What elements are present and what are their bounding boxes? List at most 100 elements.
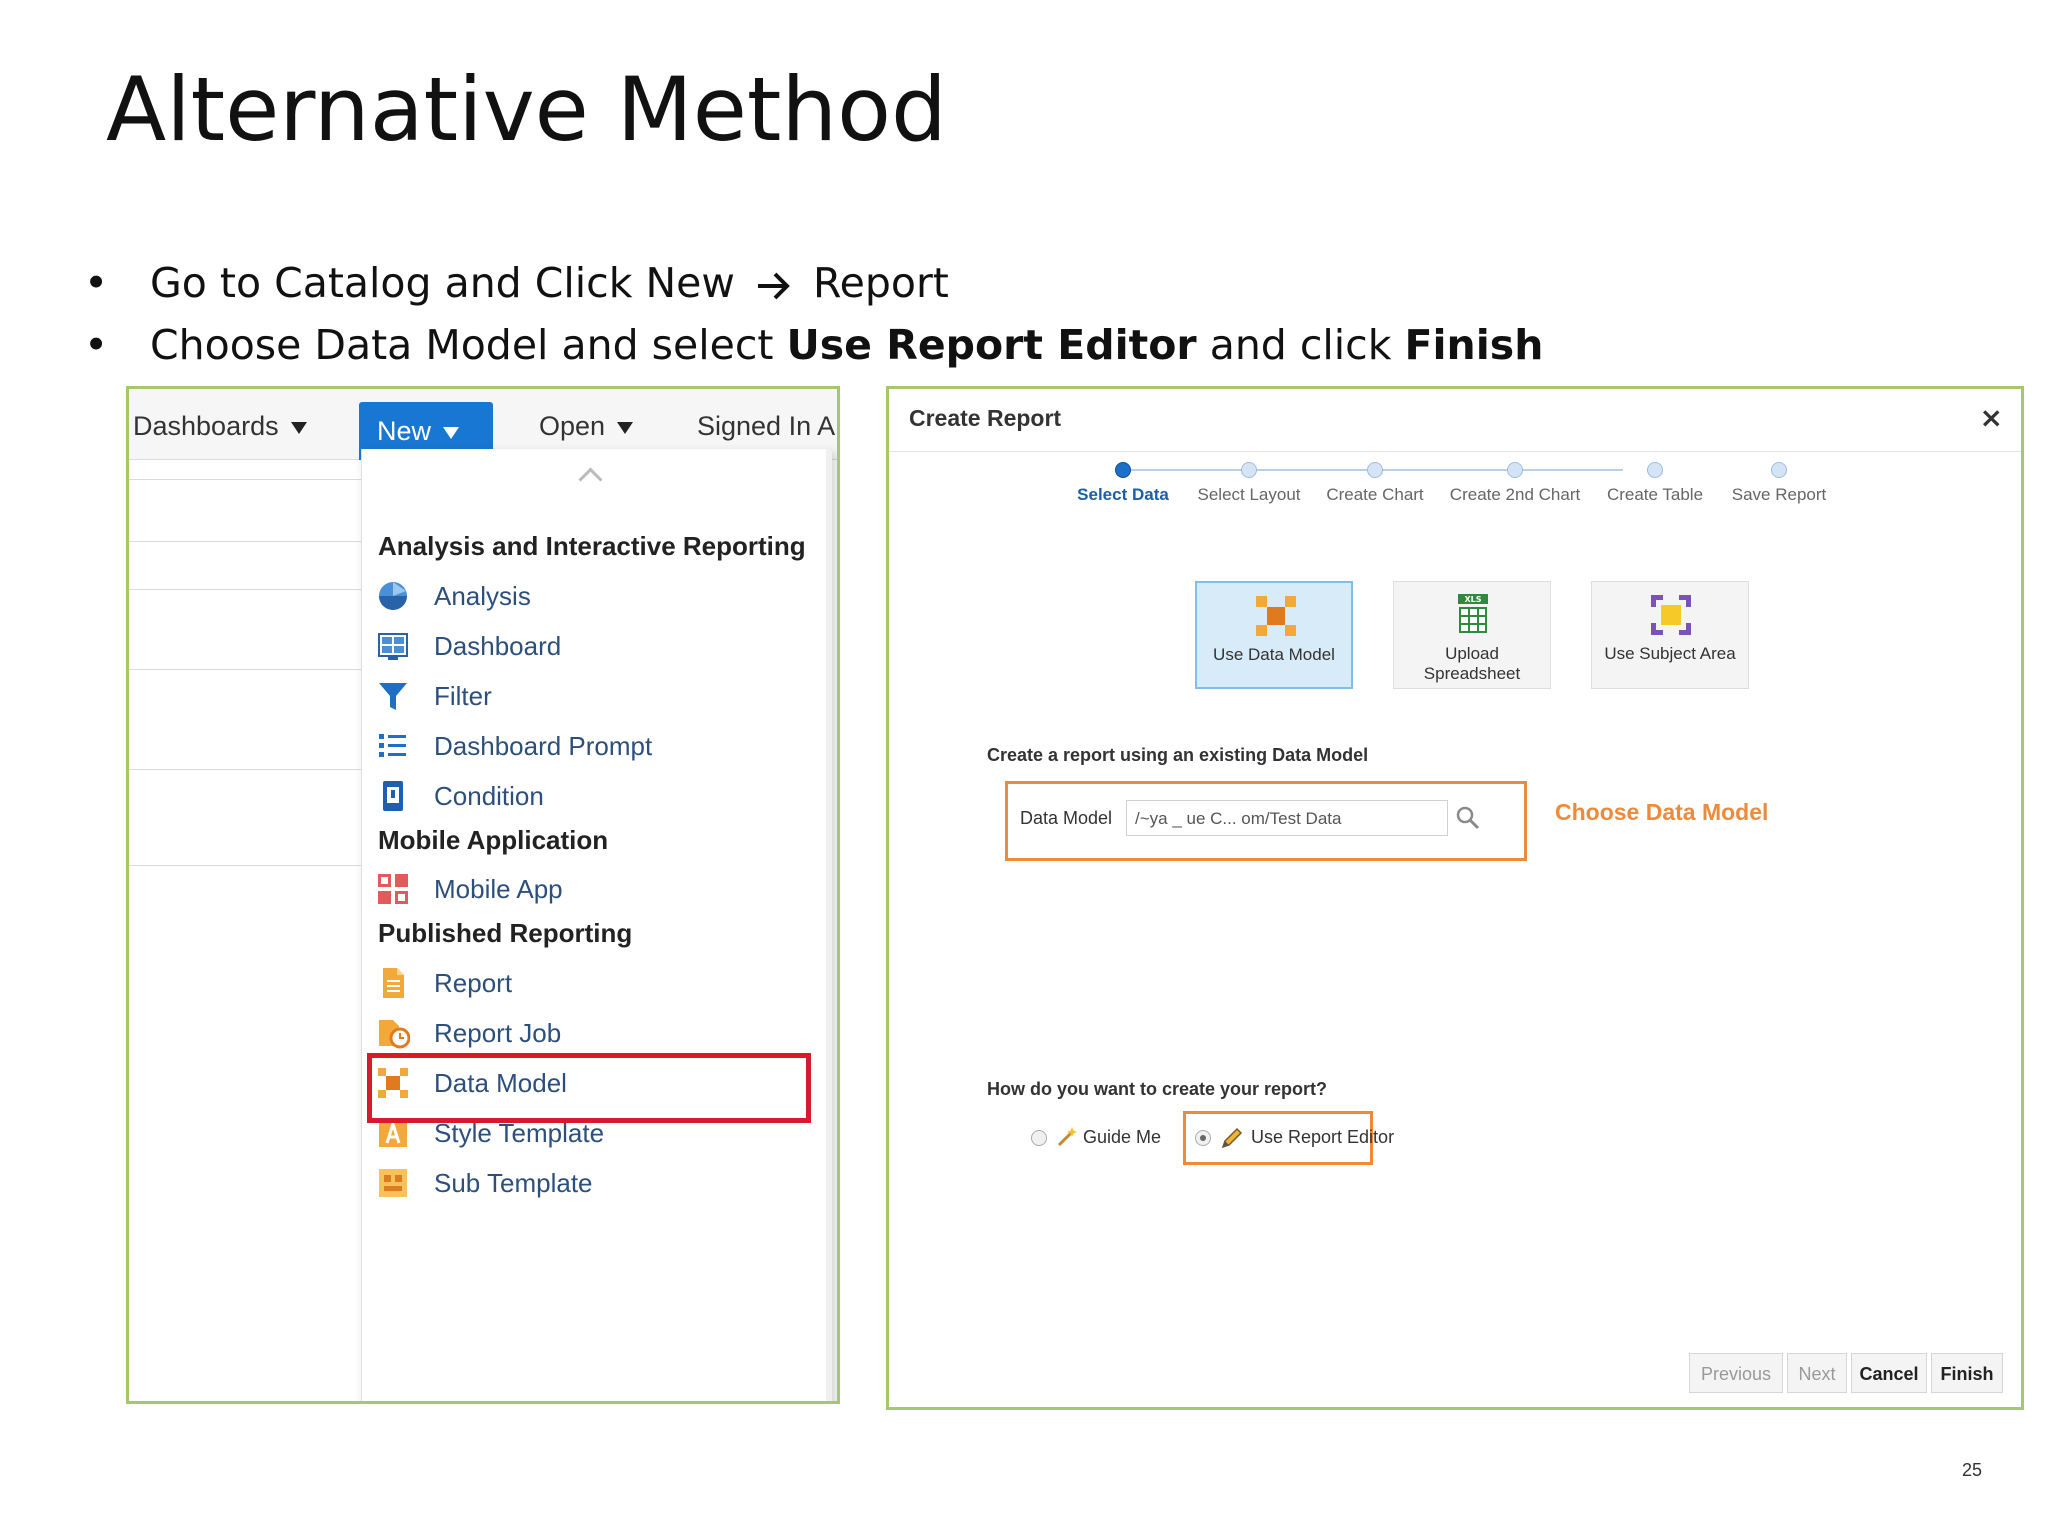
right-arrow-icon — [757, 272, 790, 300]
menu-item-mobile-app[interactable]: Mobile App — [376, 864, 796, 914]
bullet-2: • Choose Data Model and select Use Repor… — [84, 314, 1884, 376]
filter-icon — [379, 683, 407, 710]
new-menu-label: New — [377, 416, 432, 446]
bullet-1-before: Go to Catalog and Click New — [150, 259, 748, 307]
slide-title: Alternative Method — [106, 58, 947, 161]
choose-data-model-callout: Choose Data Model — [1555, 799, 1769, 825]
upload-spreadsheet-card[interactable]: XLS Upload Spreadsheet — [1393, 581, 1551, 689]
train-label-create-table[interactable]: Create Table — [1607, 485, 1703, 505]
train-label-create-2nd-chart[interactable]: Create 2nd Chart — [1450, 485, 1580, 505]
train-stop-select-layout[interactable] — [1241, 462, 1257, 478]
menu-item-label: Dashboard Prompt — [434, 731, 653, 761]
dashboard-icon — [378, 633, 408, 660]
menu-item-label: Filter — [434, 681, 492, 711]
row-divider — [129, 479, 369, 480]
use-report-editor-radio[interactable] — [1195, 1130, 1211, 1146]
condition-icon — [383, 781, 403, 811]
open-menu[interactable]: Open — [539, 411, 634, 442]
caret-down-icon — [290, 421, 307, 434]
menu-item-analysis[interactable]: Analysis — [376, 571, 796, 621]
card-label: Use Subject Area — [1604, 644, 1736, 663]
train-stop-select-data[interactable] — [1115, 462, 1131, 478]
signed-in-menu[interactable]: Signed In A — [697, 411, 835, 442]
menu-item-report[interactable]: Report — [376, 958, 796, 1008]
guide-me-label[interactable]: Guide Me — [1083, 1127, 1161, 1148]
row-divider — [129, 589, 369, 590]
train-stop-save-report[interactable] — [1771, 462, 1787, 478]
catalog-screenshot: Dashboards Open Signed In A New Analysis… — [126, 386, 840, 1404]
close-icon[interactable]: × — [1980, 401, 2003, 434]
data-model-label: Data Model — [1020, 808, 1113, 828]
new-dropdown-menu: Analysis and Interactive Reporting Analy… — [361, 449, 832, 1401]
spreadsheet-icon: XLS — [1458, 594, 1488, 633]
next-button[interactable]: Next — [1787, 1353, 1847, 1393]
menu-item-label: Analysis — [434, 581, 531, 611]
dashboards-menu-label: Dashboards — [133, 411, 279, 441]
row-divider — [129, 769, 369, 770]
data-model-icon — [1256, 596, 1296, 636]
open-menu-label: Open — [539, 411, 606, 441]
menu-item-report-job[interactable]: Report Job — [376, 1008, 796, 1058]
menu-scrollbar[interactable] — [826, 449, 832, 1401]
mobile-app-icon — [378, 874, 408, 904]
analysis-icon — [379, 582, 407, 610]
train-stop-create-chart[interactable] — [1367, 462, 1383, 478]
menu-item-dashboard-prompt[interactable]: Dashboard Prompt — [376, 721, 796, 771]
bullet-dot: • — [84, 321, 109, 369]
data-model-path-input[interactable]: /~ya _ ue C... om/Test Data — [1126, 800, 1448, 836]
menu-item-label: Mobile App — [434, 874, 563, 904]
train-label-create-chart[interactable]: Create Chart — [1326, 485, 1423, 505]
train-label-select-layout[interactable]: Select Layout — [1197, 485, 1300, 505]
menu-item-dashboard[interactable]: Dashboard — [376, 621, 796, 671]
scroll-up-icon[interactable] — [578, 467, 603, 492]
previous-button[interactable]: Previous — [1689, 1353, 1783, 1393]
report-job-icon — [379, 1020, 410, 1049]
menu-item-filter[interactable]: Filter — [376, 671, 796, 721]
menu-item-condition[interactable]: Condition — [376, 771, 796, 821]
cancel-button[interactable]: Cancel — [1851, 1353, 1927, 1393]
page-number: 25 — [1962, 1460, 1983, 1480]
caret-down-icon — [617, 421, 634, 434]
row-divider — [129, 669, 369, 670]
guide-me-radio[interactable] — [1031, 1130, 1047, 1146]
train-label-select-data[interactable]: Select Data — [1077, 485, 1169, 505]
bullet-1-text: Go to Catalog and Click New Report — [150, 252, 949, 314]
menu-item-sub-template[interactable]: Sub Template — [376, 1158, 796, 1208]
train-stop-create-table[interactable] — [1647, 462, 1663, 478]
finish-button[interactable]: Finish — [1931, 1353, 2003, 1393]
search-icon[interactable] — [1454, 804, 1482, 832]
use-data-model-card[interactable]: Use Data Model — [1195, 581, 1353, 689]
bullet-2-bold-2: Finish — [1404, 321, 1544, 369]
card-label: Use Data Model — [1213, 645, 1335, 664]
wizard-train: Select Data Select Layout Create Chart C… — [889, 459, 2021, 519]
bullet-1: • Go to Catalog and Click New Report — [84, 252, 1884, 314]
bullet-2-text: Choose Data Model and select Use Report … — [150, 314, 1543, 376]
sub-template-icon — [379, 1169, 407, 1197]
bullet-list: • Go to Catalog and Click New Report • C… — [84, 252, 1884, 376]
xls-badge: XLS — [1464, 595, 1481, 604]
row-divider — [129, 865, 369, 866]
bullet-2-mid: and click — [1196, 321, 1405, 369]
bullet-2-bold-1: Use Report Editor — [786, 321, 1197, 369]
dashboards-menu[interactable]: Dashboards — [133, 411, 307, 442]
use-report-editor-label[interactable]: Use Report Editor — [1251, 1127, 1394, 1148]
menu-item-label: Sub Template — [434, 1168, 593, 1198]
report-highlight-box — [367, 1053, 811, 1123]
bullet-2-before: Choose Data Model and select — [150, 321, 787, 369]
report-icon — [383, 968, 404, 998]
row-divider — [129, 541, 369, 542]
dialog-titlebar: Create Report × — [889, 389, 2021, 452]
data-model-highlight-box: Data Model /~ya _ ue C... om/Test Data — [1005, 781, 1527, 861]
card-label-line-1: Upload — [1445, 644, 1499, 663]
section-mobile-application: Mobile Application — [378, 825, 609, 855]
train-label-save-report[interactable]: Save Report — [1732, 485, 1827, 505]
how-to-create-label: How do you want to create your report? — [987, 1079, 1328, 1099]
dialog-title: Create Report — [909, 405, 1062, 431]
menu-item-label: Condition — [434, 781, 544, 811]
guide-me-wand-icon — [1057, 1127, 1077, 1147]
menu-item-label: Report Job — [434, 1018, 562, 1048]
existing-model-label: Create a report using an existing Data M… — [987, 745, 1369, 765]
use-subject-area-card[interactable]: Use Subject Area — [1591, 581, 1749, 689]
section-published-reporting: Published Reporting — [378, 918, 633, 948]
train-stop-create-2nd-chart[interactable] — [1507, 462, 1523, 478]
